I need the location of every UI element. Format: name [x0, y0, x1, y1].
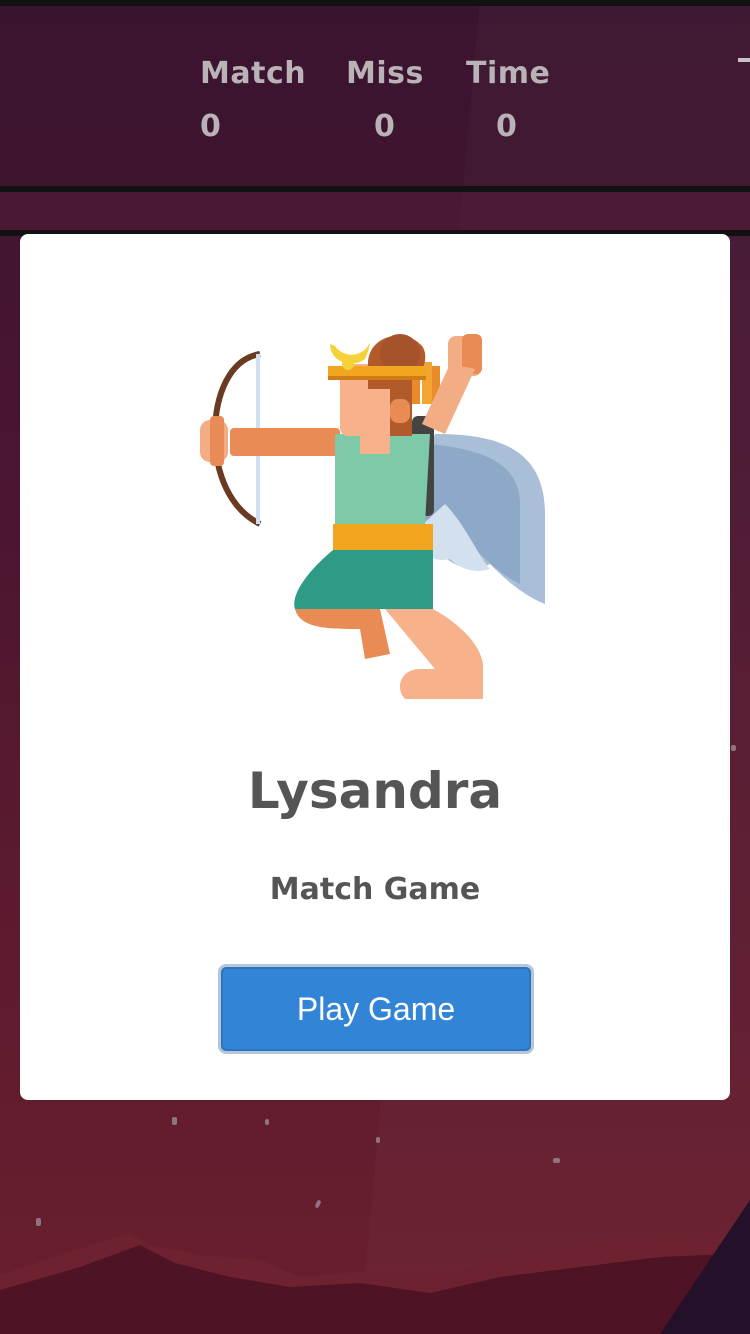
mountain-silhouette [0, 1230, 750, 1334]
menu-dash-icon[interactable] [738, 58, 750, 62]
miss-stat: Miss 0 [346, 56, 424, 144]
stats-header: Match 0 Miss 0 Time 0 [0, 6, 750, 186]
time-value: 0 [496, 109, 517, 144]
miss-value: 0 [374, 109, 395, 144]
star-dot [553, 1158, 560, 1163]
archer-character-icon [200, 334, 545, 699]
star-dot [172, 1117, 177, 1125]
miss-label: Miss [346, 56, 424, 91]
time-stat: Time 0 [466, 56, 550, 144]
play-game-button[interactable]: Play Game [218, 964, 534, 1054]
star-dot [314, 1199, 322, 1209]
match-stat: Match 0 [200, 56, 306, 144]
character-name: Lysandra [247, 762, 503, 820]
sub-bar [0, 192, 750, 230]
time-label: Time [466, 56, 551, 91]
game-screen: Match 0 Miss 0 Time 0 Lysandra Match Gam… [0, 0, 750, 1334]
star-dot [731, 745, 736, 751]
start-game-modal: Lysandra Match Game Play Game [20, 234, 730, 1100]
star-dot [376, 1137, 380, 1143]
star-dot [265, 1119, 269, 1125]
match-value: 0 [200, 109, 221, 144]
game-title: Match Game [269, 872, 481, 907]
corner-shadow [660, 1200, 750, 1334]
match-label: Match [200, 56, 307, 91]
